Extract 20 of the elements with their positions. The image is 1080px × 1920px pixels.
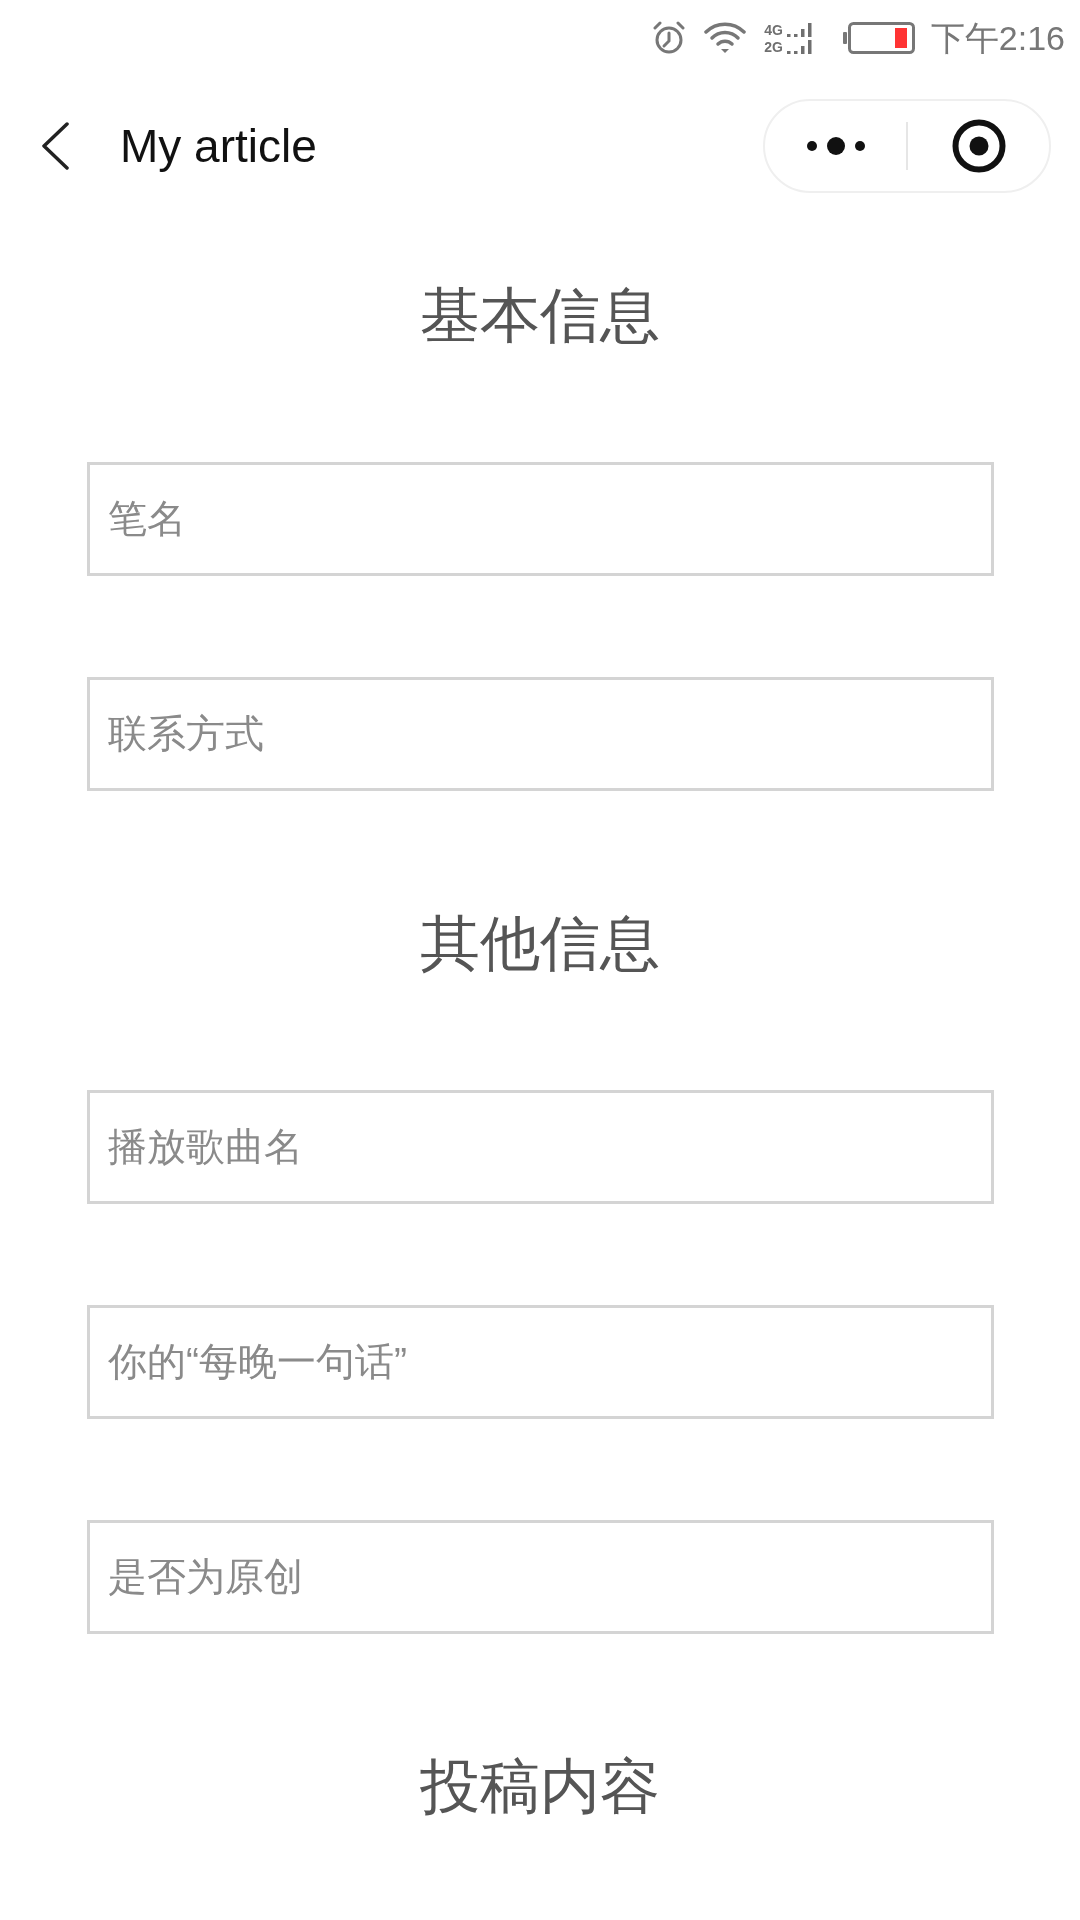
section-title: 投稿内容 bbox=[420, 1752, 660, 1822]
network-type-label: 4G bbox=[764, 23, 783, 37]
signal-bars-icon bbox=[786, 22, 813, 37]
input-field[interactable]: 播放歌曲名 bbox=[87, 1090, 994, 1204]
signal-bars-icon bbox=[786, 39, 813, 54]
alarm-icon bbox=[652, 21, 687, 55]
input-field[interactable]: 联系方式 bbox=[87, 677, 994, 791]
status-time: 下午2:16 bbox=[930, 18, 1065, 58]
battery-icon bbox=[842, 22, 915, 54]
section-title: 基本信息 bbox=[420, 281, 660, 351]
back-icon[interactable] bbox=[40, 122, 70, 170]
more-icon[interactable] bbox=[805, 136, 866, 156]
section-title: 其他信息 bbox=[420, 909, 660, 979]
input-field[interactable]: 你的“每晚一句话” bbox=[87, 1305, 994, 1419]
page-title: My article bbox=[120, 119, 317, 174]
wifi-icon bbox=[704, 22, 747, 54]
ring-dot-icon[interactable] bbox=[951, 119, 1006, 173]
input-field[interactable]: 笔名 bbox=[87, 462, 994, 576]
network-type-label: 2G bbox=[764, 40, 783, 54]
input-field[interactable]: 是否为原创 bbox=[87, 1520, 994, 1634]
